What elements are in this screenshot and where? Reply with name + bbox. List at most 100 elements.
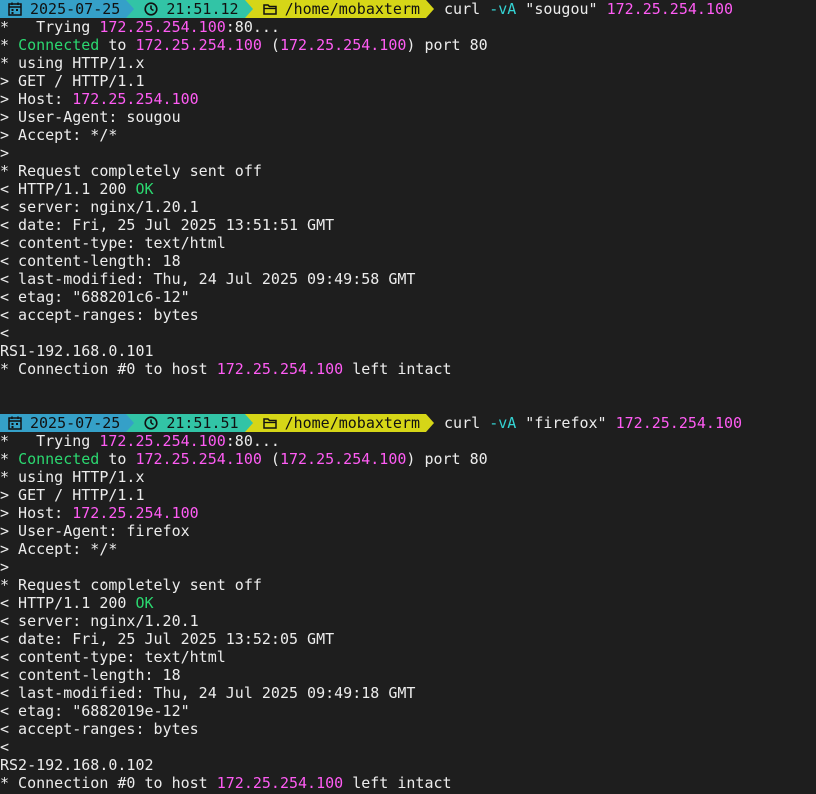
prompt-path: /home/mobaxterm: [284, 0, 421, 18]
command-line[interactable]: curl -vA "firefox" 172.25.254.100: [434, 414, 742, 432]
output-line: >: [0, 144, 816, 162]
output-line: < content-type: text/html: [0, 234, 816, 252]
shell-prompt[interactable]: 2025-07-25 21:51.51/home/mobaxterm curl -v…: [0, 414, 816, 432]
output-line: * Connected to 172.25.254.100 (172.25.25…: [0, 450, 816, 468]
prompt-date: 2025-07-25: [30, 414, 121, 432]
output-line: < last-modified: Thu, 24 Jul 2025 09:49:…: [0, 270, 816, 288]
clock-icon: [144, 2, 158, 16]
output-text: (: [261, 36, 280, 54]
prompt-path: /home/mobaxterm: [284, 414, 421, 432]
output-text: < content-type: text/html: [0, 648, 226, 666]
output-line: < date: Fri, 25 Jul 2025 13:52:05 GMT: [0, 630, 816, 648]
output-line: * using HTTP/1.x: [0, 54, 816, 72]
output-text: < content-type: text/html: [0, 234, 226, 252]
output-line: < accept-ranges: bytes: [0, 720, 816, 738]
prompt-separator: [126, 0, 135, 18]
output-text: > User-Agent: firefox: [0, 522, 190, 540]
output-line: <: [0, 324, 816, 342]
ip-address: 172.25.254.100: [135, 36, 262, 54]
prompt-date: 2025-07-25: [30, 0, 121, 18]
output-text: > Host:: [0, 504, 73, 522]
output-line: < HTTP/1.1 200 OK: [0, 594, 816, 612]
output-text: < server: nginx/1.20.1: [0, 198, 199, 216]
output-text: * Trying: [0, 18, 100, 36]
output-line: <: [0, 738, 816, 756]
output-text: > Accept: */*: [0, 126, 118, 144]
output-line: > Accept: */*: [0, 540, 816, 558]
prompt-time: 21:51.12: [166, 0, 239, 18]
ip-address: 172.25.254.100: [279, 450, 407, 468]
status-text: OK: [135, 594, 154, 612]
command-user-agent-arg: "firefox": [516, 414, 616, 432]
output-text: (: [261, 450, 280, 468]
output-line: * Connection #0 to host 172.25.254.100 l…: [0, 774, 816, 792]
output-text: * Connection #0 to host: [0, 360, 217, 378]
output-line: < accept-ranges: bytes: [0, 306, 816, 324]
output-line: * Request completely sent off: [0, 576, 816, 594]
calendar-icon: [8, 2, 22, 16]
output-text: < last-modified: Thu, 24 Jul 2025 09:49:…: [0, 684, 416, 702]
output-line: < server: nginx/1.20.1: [0, 612, 816, 630]
output-line: * Request completely sent off: [0, 162, 816, 180]
output-text: <: [0, 324, 10, 342]
output-text: > GET / HTTP/1.1: [0, 72, 145, 90]
output-line: RS2-192.168.0.102: [0, 756, 816, 774]
output-text: < etag: "6882019e-12": [0, 702, 190, 720]
output-text: * using HTTP/1.x: [0, 468, 145, 486]
output-text: * Request completely sent off: [0, 162, 262, 180]
output-text: RS1-192.168.0.101: [0, 342, 154, 360]
command-flag: -vA: [489, 414, 517, 432]
terminal-window[interactable]: 2025-07-25 21:51.12/home/mobaxterm curl -v…: [0, 0, 816, 794]
output-text: > Accept: */*: [0, 540, 118, 558]
output-text: < content-length: 18: [0, 252, 181, 270]
command-host: 172.25.254.100: [606, 0, 734, 18]
output-line: * Trying 172.25.254.100:80...: [0, 18, 816, 36]
output-text: >: [0, 144, 10, 162]
output-text: < date: Fri, 25 Jul 2025 13:51:51 GMT: [0, 216, 335, 234]
status-text: Connected: [18, 36, 100, 54]
output-line: > Host: 172.25.254.100: [0, 90, 816, 108]
output-line: < etag: "6882019e-12": [0, 702, 816, 720]
prompt-separator: [244, 414, 253, 432]
prompt-time: 21:51.51: [166, 414, 239, 432]
output-text: * Trying: [0, 432, 100, 450]
command-name: curl: [444, 414, 490, 432]
output-text: < HTTP/1.1 200: [0, 180, 136, 198]
output-text: <: [0, 738, 10, 756]
command-user-agent-arg: "sougou": [516, 0, 607, 18]
output-text: < accept-ranges: bytes: [0, 720, 199, 738]
output-line: < HTTP/1.1 200 OK: [0, 180, 816, 198]
prompt-time-segment: 21:51.12: [134, 0, 245, 18]
output-text: * Connection #0 to host: [0, 774, 217, 792]
output-text: < content-length: 18: [0, 666, 181, 684]
output-line: > User-Agent: sougou: [0, 108, 816, 126]
prompt-separator: [126, 414, 135, 432]
output-text: < server: nginx/1.20.1: [0, 612, 199, 630]
prompt-date-segment: 2025-07-25: [0, 414, 127, 432]
clock-icon: [144, 416, 158, 430]
output-line: RS1-192.168.0.101: [0, 342, 816, 360]
output-line: < content-type: text/html: [0, 648, 816, 666]
prompt-separator: [426, 0, 435, 18]
output-text: left intact: [343, 774, 452, 792]
output-text: < etag: "688201c6-12": [0, 288, 190, 306]
output-line: >: [0, 558, 816, 576]
prompt-path-segment: /home/mobaxterm: [252, 414, 427, 432]
output-text: *: [0, 36, 19, 54]
calendar-icon: [8, 416, 22, 430]
ip-address: 172.25.254.100: [99, 432, 226, 450]
output-text: < accept-ranges: bytes: [0, 306, 199, 324]
shell-prompt[interactable]: 2025-07-25 21:51.12/home/mobaxterm curl -v…: [0, 0, 816, 18]
command-line[interactable]: curl -vA "sougou" 172.25.254.100: [434, 0, 733, 18]
command-host: 172.25.254.100: [615, 414, 743, 432]
output-line: > GET / HTTP/1.1: [0, 72, 816, 90]
output-line: > GET / HTTP/1.1: [0, 486, 816, 504]
prompt-separator: [244, 0, 253, 18]
output-text: left intact: [343, 360, 452, 378]
output-text: * using HTTP/1.x: [0, 54, 145, 72]
output-text: < HTTP/1.1 200: [0, 594, 136, 612]
ip-address: 172.25.254.100: [135, 450, 262, 468]
output-text: ) port 80: [406, 450, 488, 468]
command-flag: -vA: [489, 0, 517, 18]
